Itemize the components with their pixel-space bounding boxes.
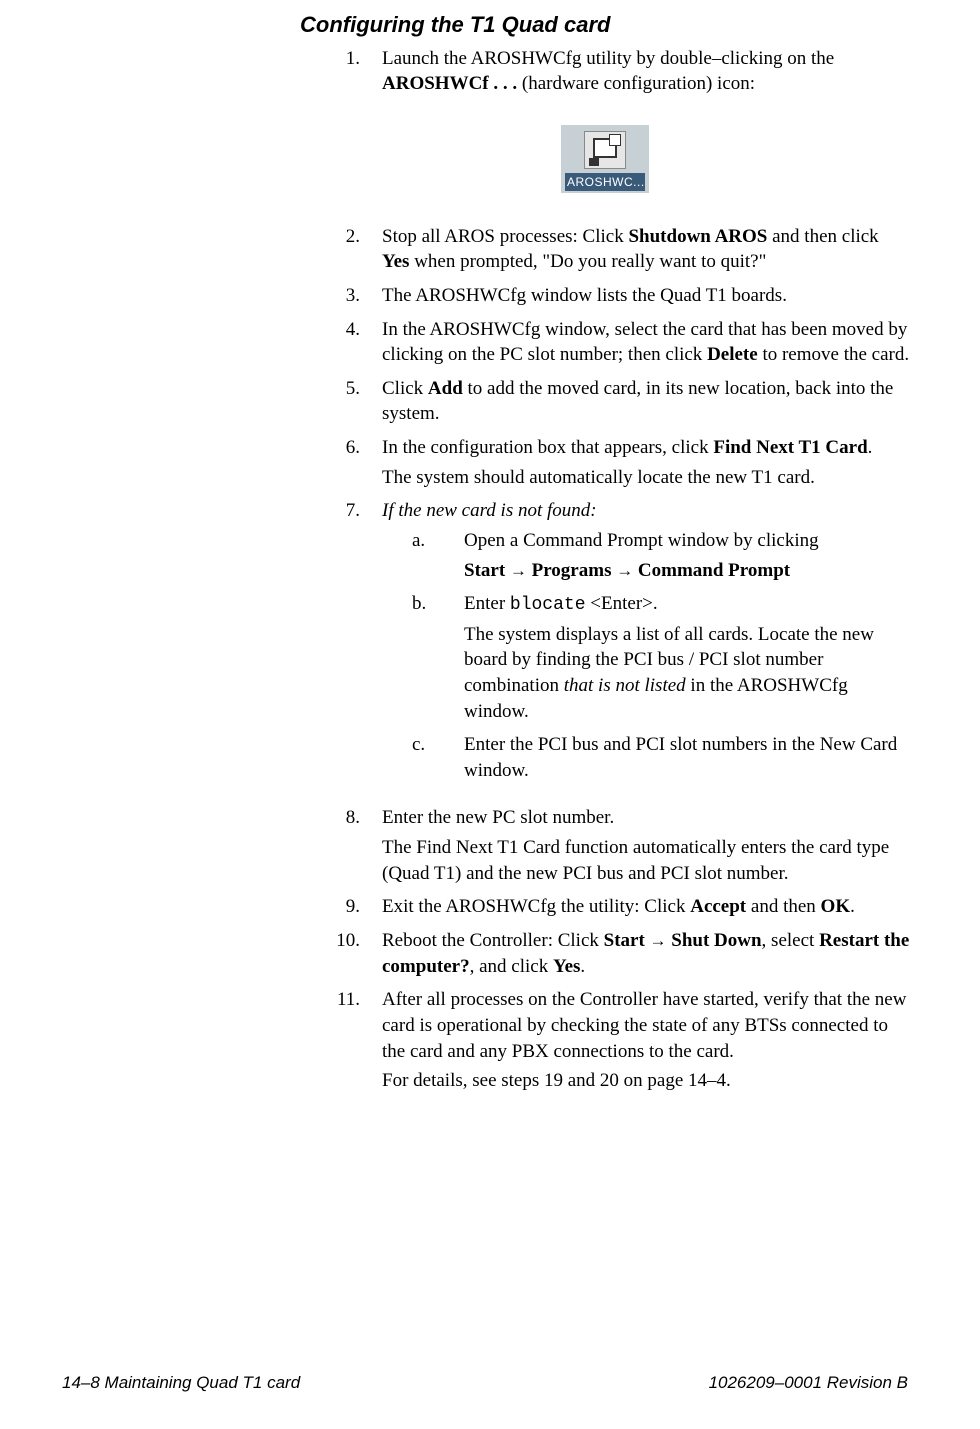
step-number: 9. — [328, 894, 382, 924]
icon-caption: AROSHWC... — [565, 173, 645, 191]
bold-text: OK — [821, 896, 851, 917]
text: , and click — [470, 956, 553, 977]
text: and then click — [767, 226, 878, 247]
step-number: 6. — [328, 435, 382, 494]
footer-left: 14–8 Maintaining Quad T1 card — [62, 1372, 300, 1395]
step-number: 2. — [328, 224, 382, 279]
step-3: 3. The AROSHWCfg window lists the Quad T… — [328, 283, 910, 313]
text: Exit the AROSHWCfg the utility: Click — [382, 896, 690, 917]
step-9: 9. Exit the AROSHWCfg the utility: Click… — [328, 894, 910, 924]
italic-text: that is not listed — [564, 675, 686, 696]
step-8: 8. Enter the new PC slot number. The Fin… — [328, 805, 910, 890]
bold-text: AROSHWCf . . . — [382, 73, 517, 94]
text: Open a Command Prompt window by clicking — [464, 528, 910, 554]
bold-text: Shutdown AROS — [628, 226, 767, 247]
section-heading: Configuring the T1 Quad card — [300, 10, 910, 40]
step-number: 4. — [328, 317, 382, 372]
text: <Enter>. — [586, 593, 658, 614]
desktop-icon: AROSHWC... — [561, 125, 649, 193]
step-5: 5. Click Add to add the moved card, in i… — [328, 376, 910, 431]
step-11: 11. After all processes on the Controlle… — [328, 987, 910, 1098]
substep-a: a. Open a Command Prompt window by click… — [412, 528, 910, 587]
step-10: 10. Reboot the Controller: Click Start →… — [328, 928, 910, 983]
text: . — [580, 956, 585, 977]
text: Stop all AROS processes: Click — [382, 226, 628, 247]
text: . — [868, 437, 873, 458]
arrow-icon: → — [505, 561, 531, 580]
step-7: 7. If the new card is not found: a. Open… — [328, 498, 910, 791]
text: The Find Next T1 Card function automatic… — [382, 835, 910, 886]
aroshwcfg-icon — [584, 131, 626, 169]
text: . — [850, 896, 855, 917]
step-number: 1. — [328, 46, 382, 101]
text: Enter the PCI bus and PCI slot numbers i… — [464, 732, 910, 783]
substep-label: a. — [412, 528, 464, 587]
step-number: 11. — [328, 987, 382, 1098]
bold-text: Find Next T1 Card — [713, 437, 867, 458]
substep-b: b. Enter blocate <Enter>. The system dis… — [412, 591, 910, 728]
text: In the configuration box that appears, c… — [382, 437, 713, 458]
bold-text: Start — [464, 560, 505, 581]
arrow-icon: → — [645, 931, 671, 950]
text: For details, see steps 19 and 20 on page… — [382, 1068, 910, 1094]
text: The AROSHWCfg window lists the Quad T1 b… — [382, 283, 910, 309]
text: Enter — [464, 593, 510, 614]
text: and then — [746, 896, 820, 917]
monospace-text: blocate — [510, 595, 586, 615]
text: (hardware configuration) icon: — [517, 73, 755, 94]
text: Reboot the Controller: Click — [382, 930, 604, 951]
text: Click — [382, 378, 428, 399]
bold-text: Yes — [553, 956, 580, 977]
text: Enter the new PC slot number. — [382, 805, 910, 831]
bold-text: Delete — [707, 344, 758, 365]
arrow-icon: → — [611, 561, 637, 580]
text: After all processes on the Controller ha… — [382, 987, 910, 1064]
bold-text: Start — [604, 930, 645, 951]
text: Launch the AROSHWCfg utility by double–c… — [382, 48, 834, 69]
footer-right: 1026209–0001 Revision B — [709, 1372, 908, 1395]
text: to remove the card. — [758, 344, 909, 365]
bold-text: Accept — [690, 896, 746, 917]
bold-text: Yes — [382, 251, 409, 272]
bold-text: Command Prompt — [638, 560, 790, 581]
substep-label: b. — [412, 591, 464, 728]
text: when prompted, "Do you really want to qu… — [409, 251, 766, 272]
text: The system should automatically locate t… — [382, 465, 910, 491]
step-2: 2. Stop all AROS processes: Click Shutdo… — [328, 224, 910, 279]
bold-text: Programs — [532, 560, 612, 581]
step-number: 7. — [328, 498, 382, 791]
step-number: 5. — [328, 376, 382, 431]
step-1: 1. Launch the AROSHWCfg utility by doubl… — [328, 46, 910, 101]
step-number: 8. — [328, 805, 382, 890]
bold-text: Shut Down — [671, 930, 761, 951]
step-4: 4. In the AROSHWCfg window, select the c… — [328, 317, 910, 372]
step-6: 6. In the configuration box that appears… — [328, 435, 910, 494]
step-number: 10. — [328, 928, 382, 983]
text: , select — [762, 930, 820, 951]
page-footer: 14–8 Maintaining Quad T1 card 1026209–00… — [0, 1372, 980, 1395]
italic-text: If the new card is not found: — [382, 498, 910, 524]
step-number: 3. — [328, 283, 382, 313]
substep-label: c. — [412, 732, 464, 787]
substep-c: c. Enter the PCI bus and PCI slot number… — [412, 732, 910, 787]
aroshwcfg-icon-figure: AROSHWC... — [300, 125, 910, 194]
bold-text: Add — [428, 378, 463, 399]
